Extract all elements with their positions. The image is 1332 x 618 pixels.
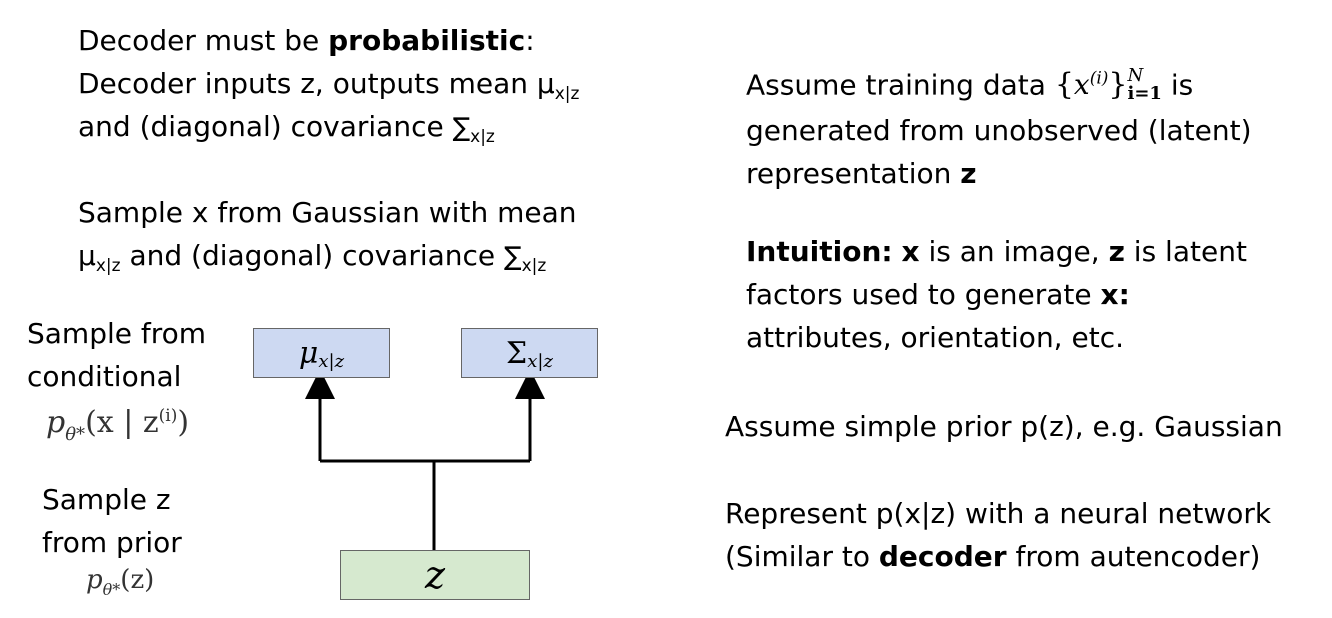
right-p2-line1: Intuition: x is an image, z is latent bbox=[746, 230, 1247, 273]
z-box: z bbox=[340, 550, 530, 600]
right-p2-line3: attributes, orientation, etc. bbox=[746, 316, 1124, 359]
bold-text: x bbox=[901, 235, 920, 268]
text-span: is bbox=[1161, 68, 1194, 102]
text-span: Represent p(x|z) with a neural network bbox=[725, 497, 1272, 530]
sigma-subscript: x|z bbox=[527, 350, 553, 372]
brace-open: { bbox=[1054, 67, 1074, 103]
mu-subscript: x|z bbox=[318, 350, 345, 372]
mu-box: μ x|z bbox=[253, 328, 390, 378]
bold-text: z bbox=[1108, 235, 1125, 268]
sigma-box: Σx|z bbox=[461, 328, 598, 378]
right-p1-line1: Assume training data {x(i)} Ni=1 is bbox=[746, 58, 1193, 106]
right-p1-line2: generated from unobserved (latent) bbox=[746, 109, 1252, 152]
bold-text: decoder bbox=[878, 540, 1007, 573]
right-p2-line2: factors used to generate x: bbox=[746, 273, 1130, 316]
text-span: is latent bbox=[1124, 235, 1247, 268]
sigma-symbol: Σ bbox=[506, 335, 528, 371]
text-span: is an image, bbox=[919, 235, 1109, 268]
limits: Ni=1 bbox=[1127, 66, 1162, 104]
bold-text: x: bbox=[1100, 278, 1130, 311]
mu-symbol: μ bbox=[298, 335, 319, 371]
bold-text: z bbox=[960, 157, 977, 190]
text-span: Assume training data bbox=[746, 68, 1055, 102]
text-span: Assume simple prior p(z), e.g. Gaussian bbox=[725, 410, 1283, 443]
math-x: x bbox=[1073, 68, 1090, 102]
right-p4-line1: Represent p(x|z) with a neural network bbox=[725, 492, 1271, 535]
lower-limit: i=1 bbox=[1127, 82, 1162, 104]
training-set-math: {x(i)} Ni=1 bbox=[1054, 66, 1162, 104]
text-span: factors used to generate bbox=[746, 278, 1101, 311]
z-symbol: z bbox=[424, 553, 446, 597]
text-span: generated from unobserved (latent) bbox=[746, 114, 1252, 147]
text-span: (Similar to bbox=[725, 540, 879, 573]
text-span: attributes, orientation, etc. bbox=[746, 321, 1124, 354]
math-sup: (i) bbox=[1089, 69, 1109, 89]
bold-text: Intuition: bbox=[746, 235, 893, 268]
text-span: representation bbox=[746, 157, 961, 190]
text-span: from autencoder) bbox=[1006, 540, 1261, 573]
right-p3: Assume simple prior p(z), e.g. Gaussian bbox=[725, 405, 1283, 448]
brace-close: } bbox=[1108, 67, 1128, 103]
right-p1-line3: representation z bbox=[746, 152, 977, 195]
right-p4-line2: (Similar to decoder from autencoder) bbox=[725, 535, 1260, 578]
